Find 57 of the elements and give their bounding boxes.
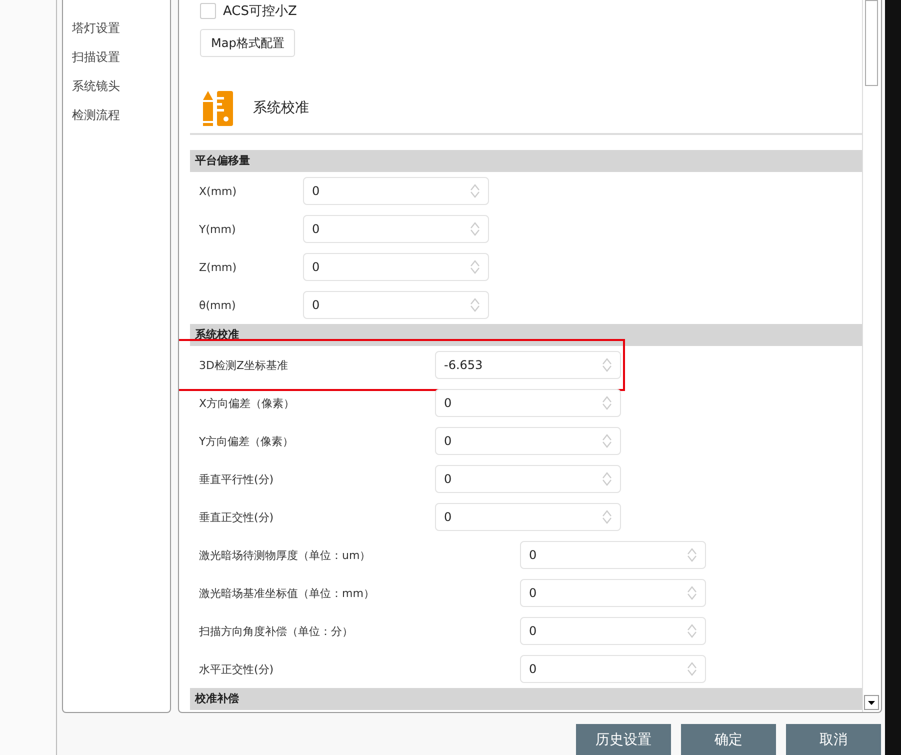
number-field[interactable]: 0	[520, 541, 706, 569]
sidebar-item[interactable]: 系统镜头	[63, 78, 170, 107]
spin-arrows-icon[interactable]	[602, 471, 612, 487]
field-label: 扫描方向角度补偿（单位：分）	[199, 624, 354, 638]
dialog-button[interactable]: 确定	[681, 724, 776, 755]
group-header: 平台偏移量	[190, 150, 862, 172]
group-header: 校准补偿	[190, 688, 862, 710]
sidebar-item[interactable]: 检测流程	[63, 107, 170, 136]
map-config-button[interactable]: Map格式配置	[200, 29, 296, 57]
spin-arrows-icon[interactable]	[687, 661, 697, 677]
scrollbar-thumb[interactable]	[865, 0, 878, 86]
pencil-ruler-icon	[201, 90, 235, 126]
spin-arrows-icon[interactable]	[687, 585, 697, 601]
spin-arrows-icon[interactable]	[470, 183, 480, 199]
number-field[interactable]: 0	[303, 291, 489, 319]
number-field[interactable]: 0	[303, 177, 489, 205]
spin-arrows-icon[interactable]	[470, 259, 480, 275]
checkbox-label: ACS可控小Z	[223, 3, 297, 20]
number-field[interactable]: 0	[435, 427, 621, 455]
field-label: X方向偏差（像素）	[199, 396, 296, 410]
spin-arrows-icon[interactable]	[602, 433, 612, 449]
spin-arrows-icon[interactable]	[687, 547, 697, 563]
field-label: 3D检测Z坐标基准	[199, 358, 290, 372]
spin-arrows-icon[interactable]	[602, 509, 612, 525]
field-label: X(mm)	[199, 184, 238, 198]
number-field[interactable]: 0	[435, 503, 621, 531]
number-field[interactable]: -6.653	[435, 351, 621, 379]
field-label: 水平正交性(分)	[199, 662, 275, 676]
field-label: 垂直正交性(分)	[199, 510, 275, 524]
spin-arrows-icon[interactable]	[602, 357, 612, 373]
field-label: 垂直平行性(分)	[199, 472, 275, 486]
group-header: 系统校准	[190, 324, 862, 346]
field-label: θ(mm)	[199, 298, 237, 312]
field-label: 激光暗场基准坐标值（单位：mm）	[199, 586, 376, 600]
field-label: Y方向偏差（像素）	[199, 434, 295, 448]
number-field[interactable]: 0	[435, 465, 621, 493]
number-field[interactable]: 0	[520, 617, 706, 645]
dialog-button[interactable]: 历史设置	[576, 724, 671, 755]
dialog-button[interactable]: 取消	[786, 724, 881, 755]
number-field[interactable]: 0	[520, 655, 706, 683]
checkbox[interactable]	[200, 3, 216, 19]
number-field[interactable]: 0	[435, 389, 621, 417]
scroll-down-icon[interactable]	[864, 695, 880, 710]
number-field[interactable]: 0	[303, 215, 489, 243]
section-title: 系统校准	[253, 98, 309, 116]
sidebar-item[interactable]: 塔灯设置	[63, 20, 170, 49]
spin-arrows-icon[interactable]	[470, 221, 480, 237]
spin-arrows-icon[interactable]	[470, 297, 480, 313]
spin-arrows-icon[interactable]	[687, 623, 697, 639]
spin-arrows-icon[interactable]	[602, 395, 612, 411]
sidebar-item[interactable]: 扫描设置	[63, 49, 170, 78]
number-field[interactable]: 0	[303, 253, 489, 281]
field-label: 激光暗场待测物厚度（单位：um）	[199, 548, 372, 562]
field-label: Z(mm)	[199, 260, 238, 274]
number-field[interactable]: 0	[520, 579, 706, 607]
field-label: Y(mm)	[199, 222, 237, 236]
scrollbar[interactable]	[862, 0, 881, 712]
